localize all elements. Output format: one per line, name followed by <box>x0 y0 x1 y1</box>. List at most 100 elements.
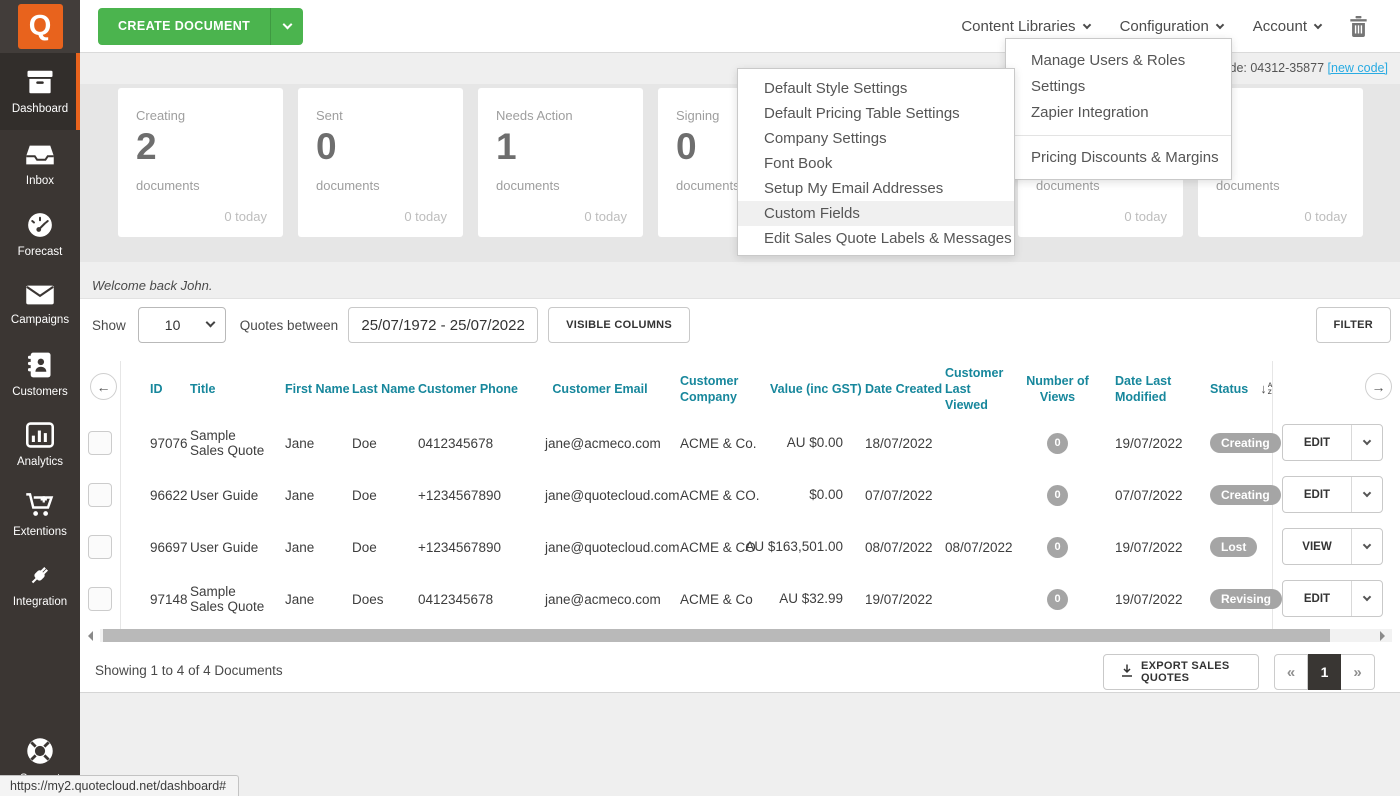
col-header-id[interactable]: ID <box>150 381 190 397</box>
configuration-menu: Manage Users & Roles Settings Zapier Int… <box>1005 38 1232 180</box>
sidebar-item-integration[interactable]: Integration <box>0 550 80 620</box>
menu-item-manage-users-roles[interactable]: Manage Users & Roles <box>1006 48 1231 74</box>
sort-az-icon[interactable]: ↓ AZ <box>1260 381 1272 398</box>
menu-item-edit-sales-quote-labels-messages[interactable]: Edit Sales Quote Labels & Messages <box>738 226 1014 251</box>
value-text: AU $32.99 <box>779 591 843 606</box>
sidebar-item-label: Dashboard <box>12 103 68 115</box>
sidebar-item-campaigns[interactable]: Campaigns <box>0 270 80 340</box>
row-action-button[interactable]: EDIT <box>1282 424 1383 461</box>
col-header-value[interactable]: Value (inc GST) <box>770 381 865 397</box>
row-action-button[interactable]: EDIT <box>1282 476 1383 513</box>
menu-item-pricing-discounts-margins[interactable]: Pricing Discounts & Margins <box>1006 145 1231 171</box>
menu-item-settings[interactable]: Settings <box>1006 74 1231 100</box>
app: Q Dashboard Inbox Forecast Campaigns Cus… <box>0 0 1400 796</box>
trash-icon[interactable] <box>1349 16 1368 37</box>
card-count: 1 <box>496 126 517 168</box>
col-header-last-name[interactable]: Last Name <box>352 381 418 397</box>
row-action-caret[interactable] <box>1351 529 1382 564</box>
sidebar-item-inbox[interactable]: Inbox <box>0 130 80 200</box>
card-today: 0 today <box>584 209 627 224</box>
sidebar-item-forecast[interactable]: Forecast <box>0 200 80 270</box>
scrollbar-right-arrow[interactable] <box>1380 631 1385 641</box>
chevron-down-icon <box>1314 20 1322 28</box>
nav-content-libraries[interactable]: Content Libraries <box>961 18 1089 35</box>
sidebar-item-analytics[interactable]: Analytics <box>0 410 80 480</box>
date-range-input[interactable] <box>348 307 538 343</box>
create-document-caret[interactable] <box>270 8 303 45</box>
col-header-date-last-modified[interactable]: Date Last Modified <box>1100 373 1195 406</box>
cart-plus-icon <box>25 492 55 521</box>
chevron-down-icon <box>205 318 215 328</box>
quotecloud-logo[interactable]: Q <box>18 4 63 49</box>
menu-item-font-book[interactable]: Font Book <box>738 151 1014 176</box>
menu-item-company-settings[interactable]: Company Settings <box>738 126 1014 151</box>
arrow-right-icon: → <box>1372 379 1386 395</box>
menu-item-custom-fields[interactable]: Custom Fields <box>738 201 1014 226</box>
nav-configuration[interactable]: Configuration <box>1120 18 1223 35</box>
row-action-label: EDIT <box>1283 425 1351 460</box>
col-header-date-created[interactable]: Date Created <box>865 381 945 397</box>
cell-date-modified: 07/07/2022 <box>1100 488 1195 503</box>
sidebar-item-dashboard[interactable]: Dashboard <box>0 53 80 130</box>
pagination-page-1[interactable]: 1 <box>1308 654 1341 690</box>
horizontal-scrollbar-track[interactable] <box>100 629 1392 642</box>
show-select[interactable]: 10 <box>138 307 226 343</box>
chevron-down-icon <box>1363 592 1371 600</box>
nav-account[interactable]: Account <box>1253 18 1321 35</box>
sidebar-item-extentions[interactable]: Extentions <box>0 480 80 550</box>
table-row: 96697 User Guide Jane Doe +1234567890 ja… <box>120 521 1272 573</box>
create-document-button[interactable]: CREATE DOCUMENT <box>98 8 303 45</box>
nav-label: Configuration <box>1120 18 1209 35</box>
row-checkbox[interactable] <box>88 483 112 507</box>
new-code-link[interactable]: [new code] <box>1328 61 1388 75</box>
row-action-caret[interactable] <box>1351 477 1382 512</box>
value-text: AU $163,501.00 <box>745 539 843 554</box>
stat-card-sent[interactable]: Sent 0 documents 0 today <box>298 88 463 237</box>
row-checkbox[interactable] <box>88 587 112 611</box>
menu-item-zapier-integration[interactable]: Zapier Integration <box>1006 100 1231 126</box>
col-header-customer-phone[interactable]: Customer Phone <box>418 381 520 397</box>
col-header-title[interactable]: Title <box>190 381 285 397</box>
sidebar-item-customers[interactable]: Customers <box>0 340 80 410</box>
menu-item-setup-my-email-addresses[interactable]: Setup My Email Addresses <box>738 176 1014 201</box>
row-action-button[interactable]: VIEW <box>1282 528 1383 565</box>
bar-chart-icon <box>26 422 54 451</box>
row-checkbox[interactable] <box>88 535 112 559</box>
horizontal-scrollbar-thumb[interactable] <box>103 629 1330 642</box>
col-header-customer-last-viewed[interactable]: Customer Last Viewed <box>945 365 1015 414</box>
col-header-first-name[interactable]: First Name <box>285 381 352 397</box>
visible-columns-button[interactable]: VISIBLE COLUMNS <box>548 307 690 343</box>
col-header-customer-company[interactable]: Customer Company <box>680 373 770 406</box>
export-label: EXPORT SALES QUOTES <box>1141 660 1241 684</box>
filter-button[interactable]: FILTER <box>1316 307 1391 343</box>
cell-title: User Guide <box>190 540 285 555</box>
row-checkbox[interactable] <box>88 431 112 455</box>
row-action-button[interactable]: EDIT <box>1282 580 1383 617</box>
sidebar-item-label: Integration <box>13 596 67 608</box>
card-unit: documents <box>496 178 560 193</box>
col-header-status[interactable]: Status ↓ AZ <box>1195 381 1272 398</box>
pagination-prev-button[interactable]: « <box>1274 654 1308 690</box>
stat-card-needs-action[interactable]: Needs Action 1 documents 0 today <box>478 88 643 237</box>
stat-card-creating[interactable]: Creating 2 documents 0 today <box>118 88 283 237</box>
status-badge: Lost <box>1210 537 1257 557</box>
gauge-icon <box>25 212 55 241</box>
settings-submenu: Default Style Settings Default Pricing T… <box>737 68 1015 256</box>
col-header-number-of-views[interactable]: Number of Views <box>1015 373 1100 406</box>
cell-first-name: Jane <box>285 436 352 451</box>
scrollbar-left-arrow[interactable] <box>88 631 93 641</box>
menu-item-default-style-settings[interactable]: Default Style Settings <box>738 76 1014 101</box>
scroll-columns-forward-button[interactable]: → <box>1365 373 1392 400</box>
scroll-columns-back-button[interactable]: ← <box>90 373 117 400</box>
views-badge: 0 <box>1047 433 1068 454</box>
row-action-caret[interactable] <box>1351 425 1382 460</box>
pagination-next-button[interactable]: » <box>1341 654 1375 690</box>
cell-last-name: Does <box>352 592 418 607</box>
documents-table: ID Title First Name Last Name Customer P… <box>120 361 1272 625</box>
status-badge: Creating <box>1210 485 1281 505</box>
menu-item-default-pricing-table-settings[interactable]: Default Pricing Table Settings <box>738 101 1014 126</box>
col-header-customer-email[interactable]: Customer Email <box>520 381 680 397</box>
export-sales-quotes-button[interactable]: EXPORT SALES QUOTES <box>1103 654 1259 690</box>
row-action-caret[interactable] <box>1351 581 1382 616</box>
cell-date-modified: 19/07/2022 <box>1100 540 1195 555</box>
